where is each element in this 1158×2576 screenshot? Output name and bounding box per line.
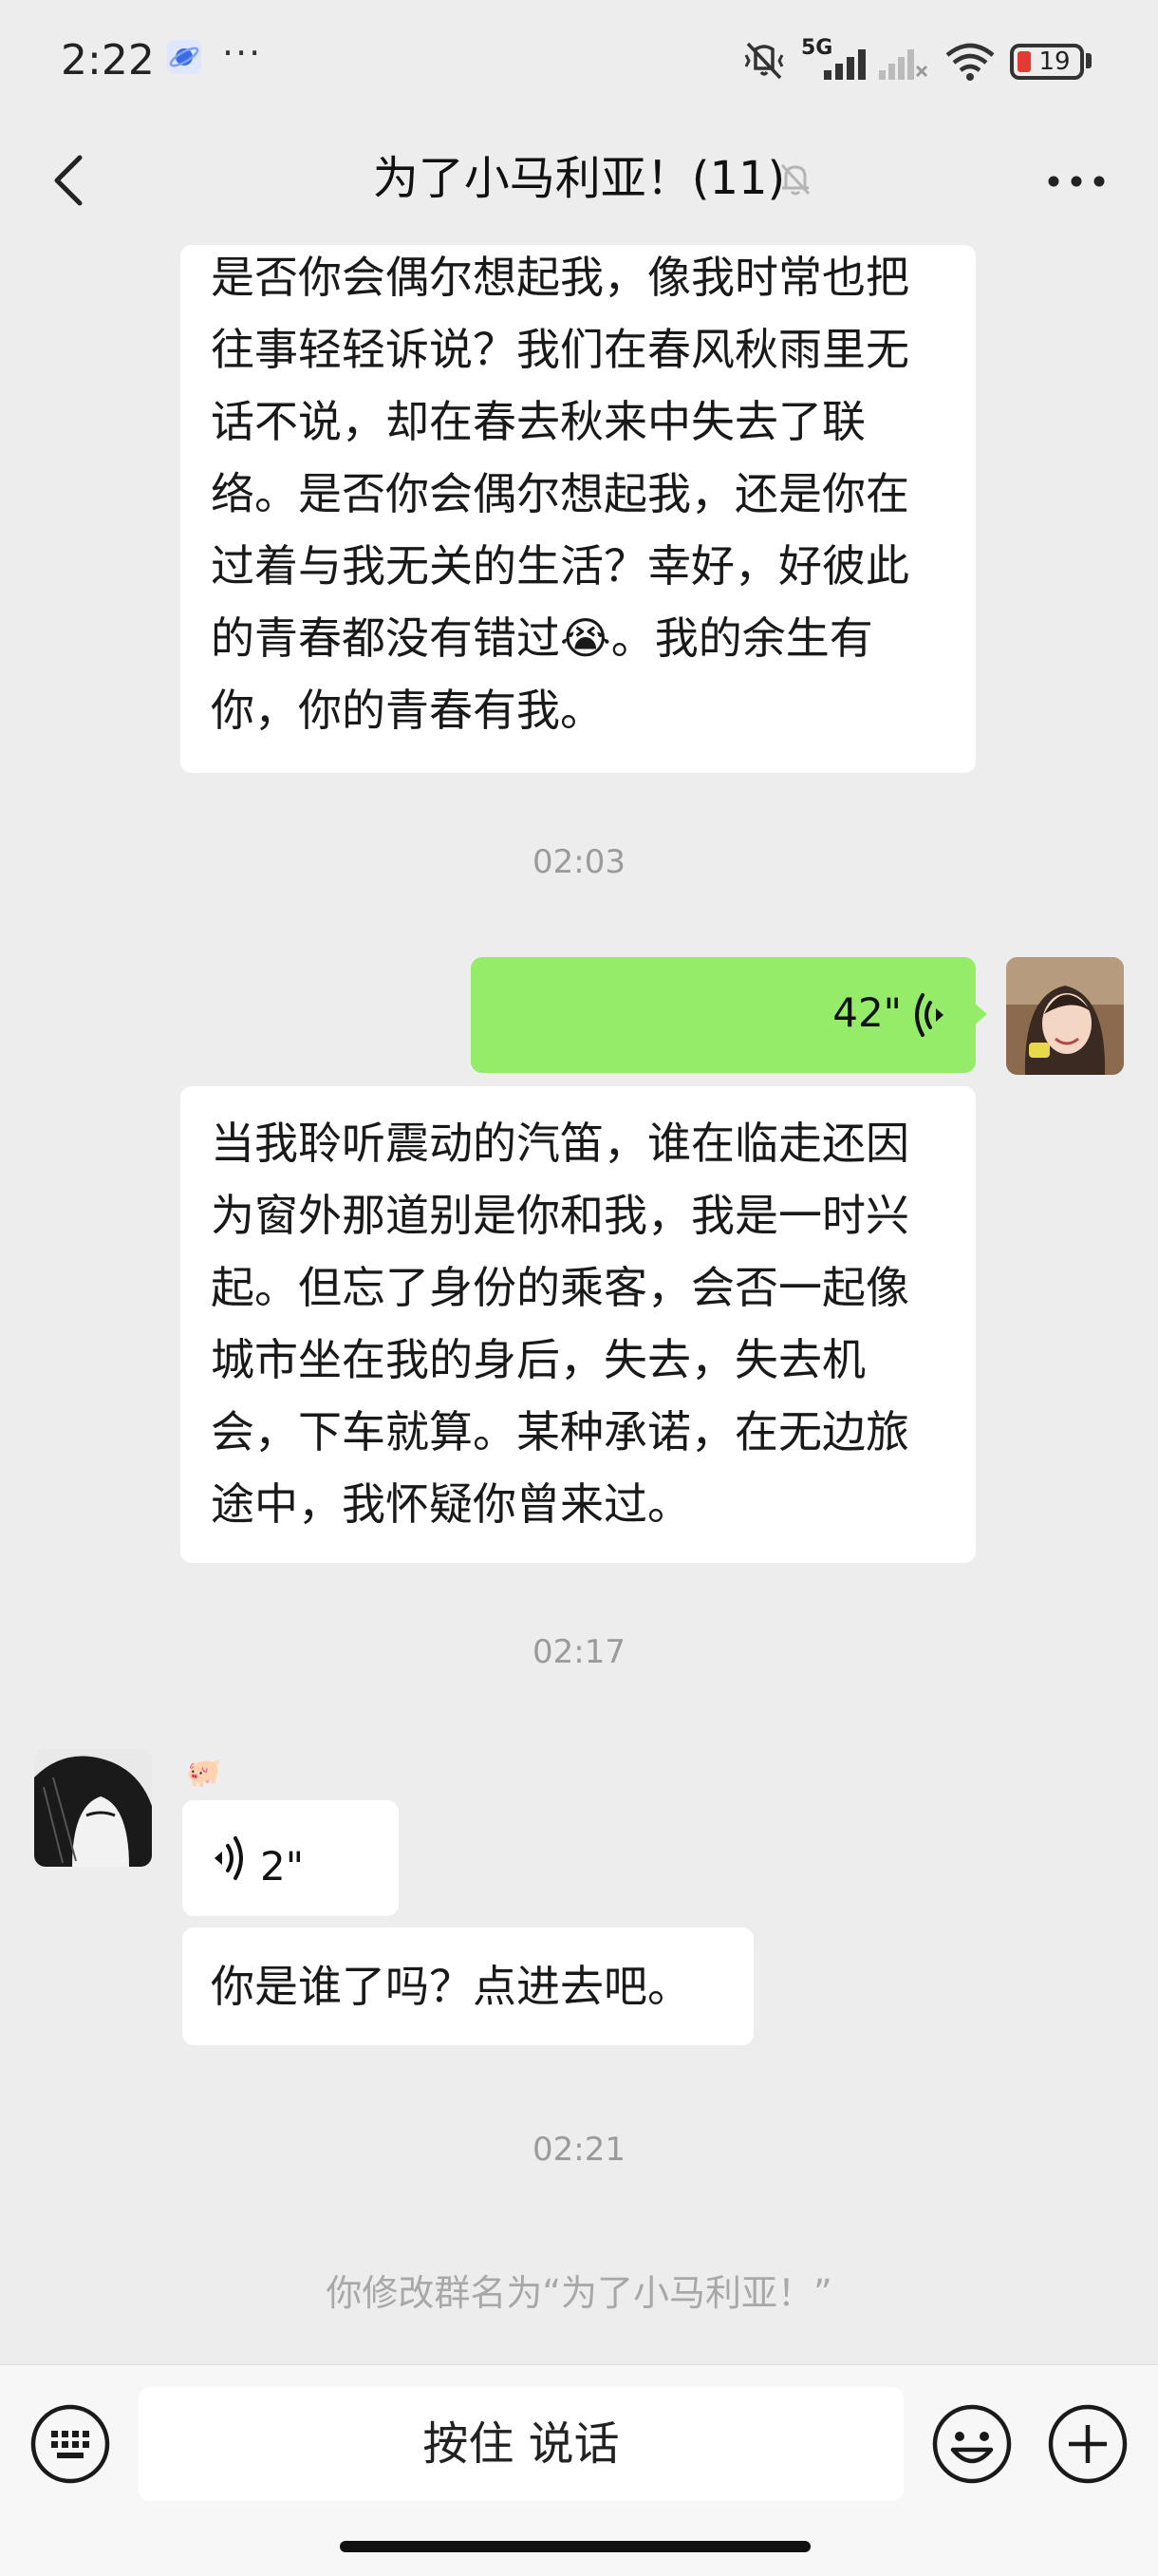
voice-wave-icon — [215, 1836, 243, 1880]
emoji-button[interactable] — [930, 2402, 1014, 2486]
message-bubble[interactable]: 是否你会偶尔想起我，像我时常也把往事轻轻诉说？我们在春风秋雨里无话不说，却在春去… — [180, 245, 976, 773]
message-bubble[interactable]: 你是谁了吗？点进去吧。 — [182, 1927, 754, 2045]
hold-to-talk-button[interactable]: 按住 说话 — [139, 2387, 904, 2501]
timestamp: 02:17 — [532, 1633, 626, 1671]
timestamp: 02:03 — [532, 843, 626, 881]
home-indicator[interactable] — [340, 2541, 811, 2552]
battery-level: 19 — [1038, 47, 1071, 76]
voice-message-bubble[interactable]: 2" — [182, 1800, 399, 1916]
avatar[interactable] — [1006, 957, 1124, 1075]
signal-strength-icon — [822, 46, 873, 80]
wifi-icon — [943, 42, 997, 82]
more-functions-button[interactable] — [1046, 2402, 1130, 2486]
message-text: 你是谁了吗？点进去吧。 — [211, 1961, 691, 2012]
battery-tip — [1086, 53, 1092, 68]
bubble-tail — [974, 1003, 987, 1025]
more-horizontal-icon — [1048, 176, 1105, 187]
vibrate-off-icon — [740, 40, 788, 82]
status-time: 2:22 — [61, 36, 155, 85]
system-notice: 你修改群名为“为了小马利亚！” — [326, 2272, 832, 2314]
signal-no-service-icon — [877, 46, 930, 80]
chat-title: 为了小马利亚！(11) — [372, 152, 786, 205]
message-bubble[interactable]: 当我聆听震动的汽笛，谁在临走还因为窗外那道别是你和我，我是一时兴起。但忘了身份的… — [180, 1086, 976, 1563]
keyboard-icon — [30, 2404, 110, 2484]
voice-wave-icon — [915, 993, 943, 1037]
avatar[interactable] — [34, 1749, 152, 1867]
timestamp: 02:21 — [532, 2131, 626, 2169]
bell-off-icon — [776, 160, 814, 197]
voice-duration: 2" — [260, 1843, 305, 1890]
voice-duration: 42" — [832, 989, 902, 1036]
sender-nickname: 🐖 — [186, 1757, 222, 1790]
more-button[interactable] — [1040, 158, 1112, 205]
plus-circle-icon — [1048, 2404, 1128, 2484]
smiley-icon — [932, 2404, 1012, 2484]
keyboard-toggle-button[interactable] — [28, 2402, 112, 2486]
message-text: 当我聆听震动的汽笛，谁在临走还因为窗外那道别是你和我，我是一时兴起。但忘了身份的… — [211, 1118, 909, 1530]
message-text: 是否你会偶尔想起我，像我时常也把往事轻轻诉说？我们在春风秋雨里无话不说，却在春去… — [211, 252, 909, 736]
voice-message-bubble[interactable]: 42" — [471, 957, 976, 1073]
status-more-dots: ··· — [222, 32, 263, 74]
planet-app-icon — [167, 40, 201, 74]
